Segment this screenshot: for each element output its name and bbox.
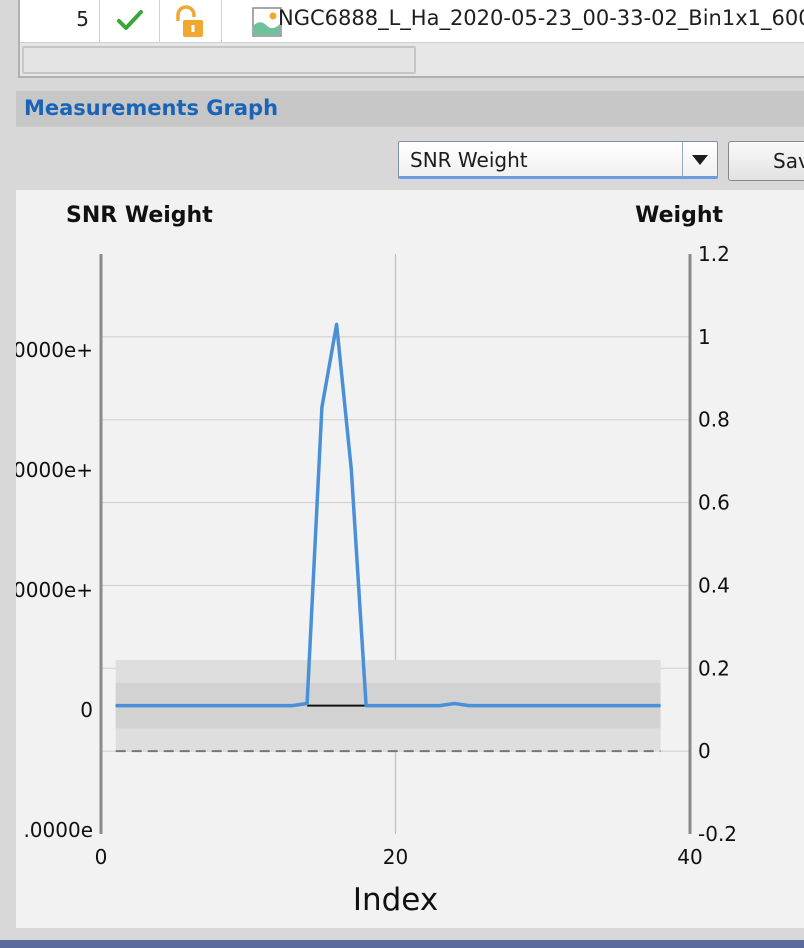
data-point xyxy=(262,705,264,707)
select-value: SNR Weight xyxy=(410,148,528,172)
unlocked-padlock-icon[interactable] xyxy=(170,5,206,43)
section-title: Measurements Graph xyxy=(24,96,279,120)
data-point xyxy=(159,705,161,707)
chevron-down-icon[interactable] xyxy=(682,142,717,177)
data-point xyxy=(586,705,588,707)
measurements-chart: 0000e+ 0000e+ 0000e+ 0.0000e 1.2 1 0.8 0.6 0.4 0.… xyxy=(13,190,804,928)
data-point xyxy=(306,703,308,704)
left-tick-label: 0000e+ xyxy=(16,578,93,602)
left-tick-label: 0000e+ xyxy=(16,458,93,482)
lock-cell[interactable] xyxy=(160,0,222,42)
data-point xyxy=(188,705,190,707)
data-point xyxy=(174,705,176,707)
right-tick-label: 0.8 xyxy=(698,408,730,432)
x-tick-label: 20 xyxy=(383,845,408,869)
data-point xyxy=(468,705,470,707)
data-point xyxy=(512,705,514,707)
data-point xyxy=(380,705,382,707)
filename-cell[interactable]: NGC6888_L_Ha_2020-05-23_00-33-02_Bin1x1_… xyxy=(222,0,804,42)
data-point xyxy=(218,705,220,707)
save-button[interactable]: Sav xyxy=(728,141,804,181)
data-point xyxy=(233,705,235,707)
data-point xyxy=(115,705,117,707)
data-point xyxy=(556,705,558,707)
data-point xyxy=(247,705,249,707)
right-tick-label: 1 xyxy=(698,325,711,349)
x-tick-label: 0 xyxy=(95,845,108,869)
data-point xyxy=(542,705,544,707)
data-point xyxy=(144,705,146,707)
data-point xyxy=(321,406,323,408)
series-line xyxy=(115,322,661,708)
section-header[interactable]: Measurements Graph xyxy=(16,91,804,127)
checkmark-icon[interactable] xyxy=(116,8,144,36)
data-point xyxy=(424,705,426,707)
data-point xyxy=(336,323,338,325)
data-point xyxy=(350,468,352,470)
table-row[interactable]: 5 NGC6888_L_Ha_2020-05-23_00-33-02_Bin1x… xyxy=(20,0,804,43)
data-point xyxy=(660,705,662,707)
right-tick-label: -0.2 xyxy=(698,822,737,846)
right-tick-label: 0.6 xyxy=(698,491,730,515)
data-point xyxy=(630,705,632,707)
data-point xyxy=(527,705,529,707)
right-tick-label: 0.2 xyxy=(698,656,730,680)
data-point xyxy=(645,705,647,707)
row-index-cell: 5 xyxy=(20,0,100,42)
data-point xyxy=(277,705,279,707)
row-index: 5 xyxy=(76,7,89,31)
data-point xyxy=(498,705,500,707)
data-point xyxy=(365,705,367,707)
data-point xyxy=(453,703,455,704)
data-point xyxy=(395,705,396,707)
data-point xyxy=(615,705,617,707)
x-tick-label: 40 xyxy=(677,845,702,869)
chart-svg: 0000e+0000e+0000e+0.0000e1.210.80.60.40.… xyxy=(13,203,737,918)
horizontal-scrollbar[interactable] xyxy=(22,46,416,74)
right-tick-label: 0.4 xyxy=(698,573,730,597)
data-point xyxy=(571,705,573,707)
data-point xyxy=(129,705,131,707)
right-tick-label: 0 xyxy=(698,739,711,763)
right-axis-title: Weight xyxy=(635,203,723,228)
frames-table: 5 NGC6888_L_Ha_2020-05-23_00-33-02_Bin1x… xyxy=(18,0,804,78)
right-tick-label: 1.2 xyxy=(698,242,730,266)
left-axis-title: SNR Weight xyxy=(66,203,213,228)
data-point xyxy=(203,705,205,707)
left-tick-label: .0000e xyxy=(23,818,93,842)
status-cell[interactable] xyxy=(100,0,160,42)
x-axis-title: Index xyxy=(353,882,438,918)
window-bottom-border xyxy=(0,940,804,948)
data-point xyxy=(409,705,411,707)
data-point xyxy=(483,705,485,707)
graph-metric-select[interactable]: SNR Weight xyxy=(398,141,718,179)
left-tick-label: 0 xyxy=(80,698,93,722)
save-button-label: Sav xyxy=(773,149,804,173)
data-point xyxy=(601,705,603,707)
filename: NGC6888_L_Ha_2020-05-23_00-33-02_Bin1x1_… xyxy=(278,6,804,30)
left-tick-label: 0000e+ xyxy=(16,338,93,362)
data-point xyxy=(439,705,441,707)
data-point xyxy=(291,705,293,707)
